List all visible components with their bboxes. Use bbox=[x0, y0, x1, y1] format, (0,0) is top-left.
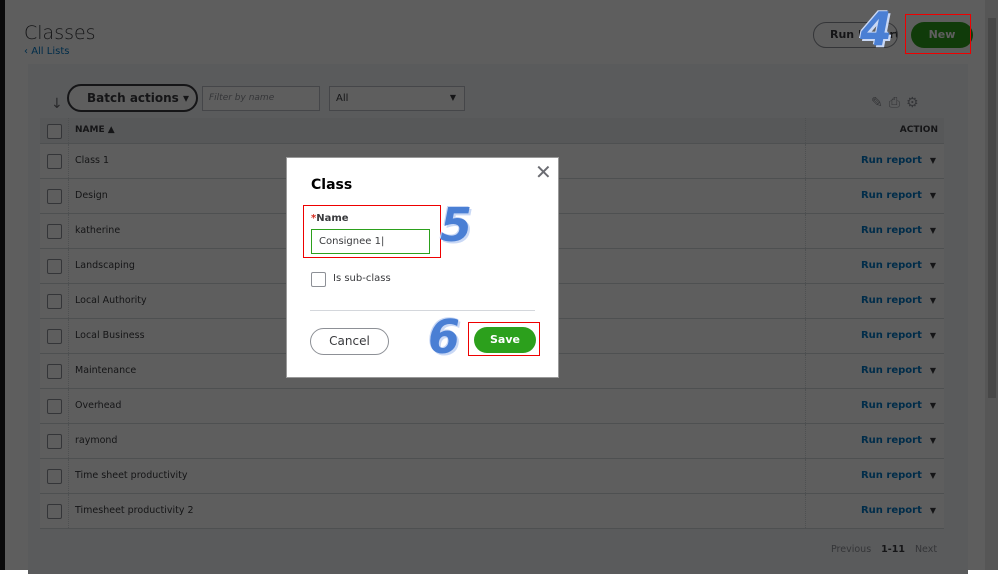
page-range: 1-11 bbox=[881, 544, 905, 555]
run-report-label: Run report bbox=[860, 505, 922, 516]
class-name[interactable]: katherine bbox=[75, 225, 120, 236]
chevron-down-icon[interactable]: ▼ bbox=[930, 261, 936, 270]
printer-icon[interactable]: ⎙ bbox=[889, 95, 906, 111]
row-checkbox[interactable] bbox=[47, 154, 62, 169]
status-select-value: All bbox=[336, 93, 349, 104]
page-title: Classes bbox=[24, 22, 96, 44]
close-icon[interactable]: ✕ bbox=[535, 160, 552, 184]
class-name[interactable]: Time sheet productivity bbox=[75, 470, 187, 481]
all-lists-link[interactable]: ‹ All Lists bbox=[24, 46, 69, 57]
table-row: Timesheet productivity 2 Run report ▼ bbox=[40, 494, 944, 529]
run-report-label: Run report bbox=[860, 190, 922, 201]
class-name[interactable]: Local Business bbox=[75, 330, 145, 341]
select-all-checkbox[interactable] bbox=[47, 124, 62, 139]
filter-input[interactable]: Filter by name bbox=[202, 86, 320, 111]
pagination: Previous 1-11 Next bbox=[831, 544, 937, 555]
class-name[interactable]: Class 1 bbox=[75, 155, 109, 166]
row-checkbox[interactable] bbox=[47, 329, 62, 344]
chevron-down-icon[interactable]: ▼ bbox=[930, 436, 936, 445]
class-dialog: Class ✕ *Name Consignee 1| Is sub-class … bbox=[286, 157, 559, 378]
row-checkbox[interactable] bbox=[47, 434, 62, 449]
name-column-header[interactable]: NAME ▲ bbox=[75, 125, 115, 135]
name-label-text: Name bbox=[316, 213, 349, 224]
run-report-link[interactable]: Run report ▼ bbox=[861, 435, 936, 446]
row-checkbox[interactable] bbox=[47, 399, 62, 414]
row-checkbox[interactable] bbox=[47, 259, 62, 274]
run-report-label: Run report bbox=[860, 155, 922, 166]
sub-class-checkbox[interactable] bbox=[311, 272, 326, 287]
chevron-down-icon[interactable]: ▼ bbox=[930, 191, 936, 200]
all-lists-label: All Lists bbox=[31, 46, 70, 57]
chevron-down-icon: ▼ bbox=[449, 93, 456, 102]
chevron-down-icon[interactable]: ▼ bbox=[930, 226, 936, 235]
chevron-down-icon[interactable]: ▼ bbox=[930, 506, 936, 515]
row-checkbox[interactable] bbox=[47, 189, 62, 204]
run-report-link[interactable]: Run report ▼ bbox=[861, 190, 936, 201]
name-input-value: Consignee 1 bbox=[319, 236, 381, 247]
class-name[interactable]: raymond bbox=[75, 435, 117, 446]
row-checkbox[interactable] bbox=[47, 469, 62, 484]
gear-icon[interactable]: ⚙ bbox=[906, 95, 925, 111]
batch-actions-label: Batch actions bbox=[87, 91, 179, 105]
chevron-down-icon[interactable]: ▼ bbox=[930, 401, 936, 410]
batch-actions-button[interactable]: Batch actions ▾ bbox=[67, 84, 198, 112]
save-button[interactable]: Save bbox=[474, 327, 536, 353]
run-report-link[interactable]: Run report ▼ bbox=[861, 155, 936, 166]
run-report-label: Run report bbox=[860, 470, 922, 481]
run-report-label: Run report bbox=[860, 330, 922, 341]
run-report-link[interactable]: Run report ▼ bbox=[861, 400, 936, 411]
pencil-icon[interactable]: ✎ bbox=[871, 95, 889, 111]
run-report-link[interactable]: Run report ▼ bbox=[861, 225, 936, 236]
class-name[interactable]: Design bbox=[75, 190, 108, 201]
name-label: *Name bbox=[311, 213, 349, 224]
chevron-down-icon[interactable]: ▼ bbox=[930, 156, 936, 165]
class-name[interactable]: Maintenance bbox=[75, 365, 136, 376]
divider bbox=[310, 310, 535, 311]
run-report-link[interactable]: Run report ▼ bbox=[861, 295, 936, 306]
table-row: raymond Run report ▼ bbox=[40, 424, 944, 459]
run-report-label: Run report bbox=[860, 260, 922, 271]
class-name[interactable]: Local Authority bbox=[75, 295, 147, 306]
run-report-label: Run report bbox=[860, 225, 922, 236]
run-report-button[interactable]: Run Report bbox=[813, 22, 898, 48]
table-row: Overhead Run report ▼ bbox=[40, 389, 944, 424]
run-report-label: Run report bbox=[860, 435, 922, 446]
class-name[interactable]: Timesheet productivity 2 bbox=[75, 505, 194, 516]
chevron-down-icon[interactable]: ▼ bbox=[930, 366, 936, 375]
action-column-header: ACTION bbox=[899, 125, 938, 135]
dialog-title: Class bbox=[311, 177, 353, 193]
run-report-label: Run report bbox=[860, 295, 922, 306]
name-input[interactable]: Consignee 1| bbox=[311, 229, 430, 254]
new-button[interactable]: New bbox=[911, 22, 973, 48]
table-header: NAME ▲ ACTION bbox=[40, 118, 944, 144]
table-tools: ✎⎙⚙ bbox=[871, 95, 925, 111]
next-button[interactable]: Next bbox=[915, 544, 937, 555]
scrollbar-thumb[interactable] bbox=[988, 18, 996, 398]
run-report-link[interactable]: Run report ▼ bbox=[861, 260, 936, 271]
sort-icon[interactable]: ↓ bbox=[51, 96, 63, 112]
run-report-link[interactable]: Run report ▼ bbox=[861, 505, 936, 516]
run-report-link[interactable]: Run report ▼ bbox=[861, 330, 936, 341]
sub-class-label: Is sub-class bbox=[333, 273, 391, 284]
row-checkbox[interactable] bbox=[47, 364, 62, 379]
row-checkbox[interactable] bbox=[47, 504, 62, 519]
status-select[interactable]: All ▼ bbox=[329, 86, 465, 111]
class-name[interactable]: Landscaping bbox=[75, 260, 135, 271]
table-row: Time sheet productivity Run report ▼ bbox=[40, 459, 944, 494]
run-report-link[interactable]: Run report ▼ bbox=[861, 365, 936, 376]
chevron-down-icon[interactable]: ▼ bbox=[930, 296, 936, 305]
run-report-label: Run report bbox=[860, 400, 922, 411]
chevron-down-icon[interactable]: ▼ bbox=[930, 331, 936, 340]
run-report-link[interactable]: Run report ▼ bbox=[861, 470, 936, 481]
row-checkbox[interactable] bbox=[47, 294, 62, 309]
chevron-down-icon[interactable]: ▼ bbox=[930, 471, 936, 480]
class-name[interactable]: Overhead bbox=[75, 400, 121, 411]
cancel-button[interactable]: Cancel bbox=[310, 328, 389, 355]
previous-button[interactable]: Previous bbox=[831, 544, 871, 555]
row-checkbox[interactable] bbox=[47, 224, 62, 239]
run-report-label: Run report bbox=[860, 365, 922, 376]
